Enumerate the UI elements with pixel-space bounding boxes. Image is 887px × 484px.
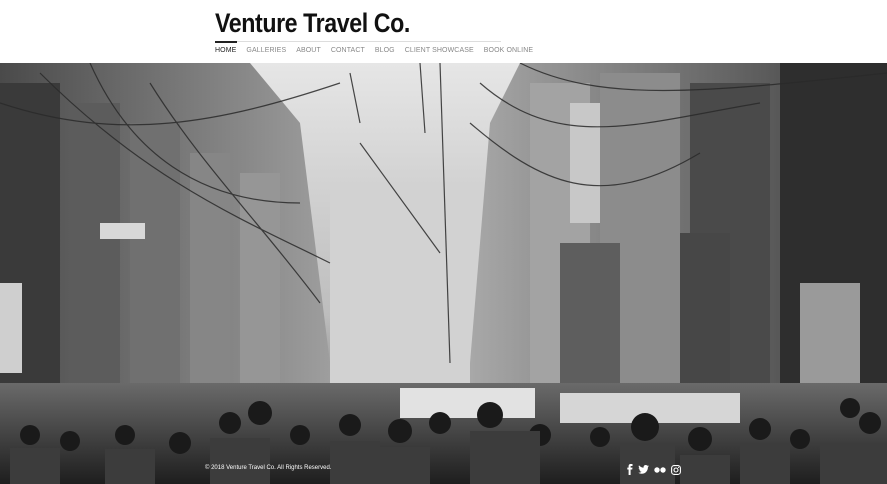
site-header: Venture Travel Co. HOME GALLERIES ABOUT …	[0, 0, 887, 63]
nav-divider	[237, 41, 501, 42]
hero-image	[0, 63, 887, 484]
nav-item-client-showcase[interactable]: CLIENT SHOWCASE	[405, 46, 474, 55]
nav-item-blog[interactable]: BLOG	[375, 46, 395, 55]
flickr-icon[interactable]	[654, 464, 666, 475]
title-underline	[215, 41, 237, 43]
nav-item-book-online[interactable]: BOOK ONLINE	[484, 46, 533, 55]
nav-item-about[interactable]: ABOUT	[296, 46, 321, 55]
site-title[interactable]: Venture Travel Co.	[215, 8, 410, 39]
social-links	[627, 464, 681, 475]
instagram-icon[interactable]	[671, 464, 681, 475]
main-nav: HOME GALLERIES ABOUT CONTACT BLOG CLIENT…	[215, 46, 543, 55]
copyright-text: © 2018 Venture Travel Co. All Rights Res…	[205, 465, 332, 471]
nav-item-home[interactable]: HOME	[215, 46, 236, 55]
facebook-icon[interactable]	[627, 464, 633, 475]
twitter-icon[interactable]	[638, 464, 649, 475]
nav-item-galleries[interactable]: GALLERIES	[246, 46, 286, 55]
street-scene-photo	[0, 63, 887, 484]
nav-item-contact[interactable]: CONTACT	[331, 46, 365, 55]
